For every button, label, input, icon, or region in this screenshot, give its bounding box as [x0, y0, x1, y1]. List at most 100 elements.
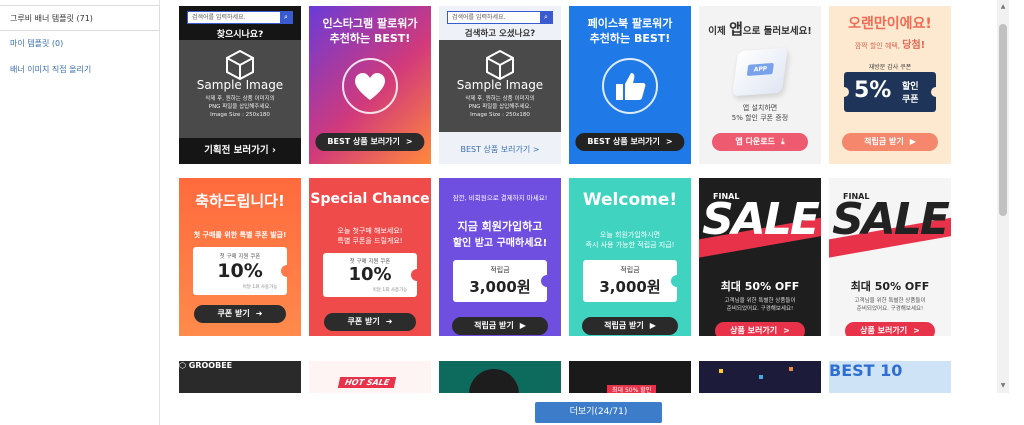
discount-label: 최대 50% 할인 — [607, 385, 657, 393]
card-title-line1: 지금 회원가입하고 — [457, 220, 543, 233]
button-label: 상품 보러가기 — [730, 326, 778, 335]
template-card-teal-pattern[interactable] — [439, 361, 561, 393]
sale-title: SALE — [832, 194, 950, 245]
arrow-circle-icon: ➜ — [385, 317, 393, 326]
app-download-button: 앱 다운로드 ⤓ — [712, 133, 808, 151]
coupon-notch-right — [931, 87, 941, 97]
heart-circle — [342, 58, 398, 114]
card-title: Welcome! — [582, 190, 678, 210]
template-card-facebook[interactable]: 페이스북 팔로워가 추천하는 BEST! BEST 상품 보러가기 > — [569, 6, 691, 164]
coupon-value: 5% — [854, 78, 892, 103]
card-desc1: 앱 설치하면 — [742, 104, 778, 112]
card-sub1: 고객님을 위한 특별한 상품들이 — [854, 298, 926, 304]
coupon: 적립금 3,000원 — [453, 260, 553, 302]
sample-image-title: Sample Image — [456, 78, 544, 92]
card-title: Special Chance — [310, 191, 430, 207]
card-title-line1: 페이스북 팔로워가 — [587, 17, 673, 30]
coupon: 적립금 3,000원 — [583, 260, 683, 302]
card-main-text: 최대 50% OFF — [720, 280, 800, 293]
coupon-value: 10% — [217, 260, 263, 282]
sidebar-item-groobee-templates[interactable]: 그루비 배너 템플릿 (71) — [0, 5, 160, 31]
card-title-line2: 할인 받고 구매하세요! — [452, 238, 548, 249]
heart-icon — [355, 73, 385, 100]
title-post: 으로 둘러보세요! — [742, 26, 812, 37]
card-title: 축하드립니다! — [195, 192, 285, 210]
load-more-button[interactable]: 더보기(24/71) — [535, 402, 662, 423]
download-icon: ⤓ — [781, 137, 785, 146]
get-coupon-button: 쿠폰 받기 ➜ — [194, 305, 286, 323]
card-subtitle: 첫 구매를 위한 특별 쿠폰 발급! — [193, 231, 287, 239]
template-card-instagram[interactable]: 인스타그램 팔로워가 추천하는 BEST! BEST 상품 보러가기 > — [309, 6, 431, 164]
groobee-logo-icon: ⬡ — [179, 361, 189, 370]
sidebar-item-upload-banner[interactable]: 배너 이미지 직접 올리기 — [0, 57, 159, 83]
subtitle-pre: 깜짝 할인 혜택, — [854, 42, 903, 50]
card-link-label: 기획전 보러가기 — [204, 145, 269, 156]
template-card-dark-discount[interactable]: 최대 50% 할인 — [569, 361, 691, 393]
card-title: 오랜만이에요! — [848, 16, 932, 32]
template-card-app-download[interactable]: 이제 앱으로 둘러보세요! APP 앱 설치하면 5% 할인 쿠폰 증정 앱 다… — [699, 6, 821, 164]
button-label: 쿠폰 받기 — [347, 317, 380, 326]
decor-circle — [469, 369, 519, 393]
scroll-down-icon[interactable]: ▼ — [997, 381, 1009, 391]
play-arrow-icon: ▶ — [649, 321, 656, 330]
hot-sale-label: HOT SALE — [337, 377, 397, 388]
card-sub2: 준비되었어요. 구경해보세요! — [726, 306, 794, 312]
get-points-button: 적립금 받기 ▶ — [582, 317, 678, 335]
search-input: 검색어를 입력하세요. ⌕ — [187, 11, 293, 24]
sample-image-sub1: 삭제 후, 원하는 상품 이미지의 — [205, 96, 275, 102]
brand-text: GROOBEE — [188, 361, 233, 370]
hexagon-logo-icon — [226, 50, 254, 80]
coupon-value: 10% — [348, 264, 392, 285]
template-card-welcome-back[interactable]: 오랜만이에요! 깜짝 할인 혜택, 당첨! 재방문 감사 쿠폰 5% 할인 쿠폰… — [829, 6, 951, 164]
sidebar: 그루비 배너 템플릿 (71) 마이 템플릿 (0) 배너 이미지 직접 올리기 — [0, 0, 160, 425]
sample-image-sub2: PNG 파일을 삽입해주세요. — [208, 104, 272, 110]
chevron-right-icon: › — [271, 145, 276, 156]
template-card-signup-points[interactable]: 잠깐, 비회원으로 결제하지 마세요! 지금 회원가입하고 할인 받고 구매하세… — [439, 178, 561, 336]
template-card-hot-sale[interactable]: HOT SALE — [309, 361, 431, 393]
template-card-final-sale-light[interactable]: FINAL SALE 최대 50% OFF 고객님을 위한 특별한 상품들이 준… — [829, 178, 951, 336]
chevron-right-icon: > — [783, 326, 790, 335]
template-card-congrats[interactable]: 축하드립니다! 첫 구매를 위한 특별 쿠폰 발급! 첫 구매 지원 쿠폰 10… — [179, 178, 301, 336]
coupon-text2: 쿠폰 — [902, 95, 919, 105]
sample-image: Sample Image 삭제 후, 원하는 상품 이미지의 PNG 파일을 삽… — [439, 40, 561, 132]
template-card-final-sale-dark[interactable]: FINAL SALE 최대 50% OFF 고객님을 위한 특별한 상품들이 준… — [699, 178, 821, 336]
scroll-up-icon[interactable]: ▲ — [997, 2, 1009, 12]
search-placeholder: 검색어를 입력하세요. — [192, 14, 246, 21]
template-card-special-chance[interactable]: Special Chance 오늘 첫구매 해보세요! 특별 쿠폰을 드릴게요!… — [309, 178, 431, 336]
vertical-scrollbar[interactable]: ▲ ▼ — [997, 0, 1009, 393]
get-coupon-button: 쿠폰 받기 ➜ — [324, 313, 416, 331]
template-card-confetti[interactable] — [699, 361, 821, 393]
card-sub1: 오늘 첫구매 해보세요! — [337, 227, 403, 235]
card-sub2: 즉시 사용 가능한 적립금 지급! — [585, 241, 675, 249]
button-label: 쿠폰 받기 — [217, 309, 250, 318]
card-sub2: 준비되었어요. 구경해보세요! — [856, 306, 924, 312]
card-subtitle: 깜짝 할인 혜택, 당첨! — [829, 36, 951, 51]
thumbs-circle — [602, 58, 658, 114]
template-card-welcome[interactable]: Welcome! 오늘 회원가입하시면 즉시 사용 가능한 적립금 지급! 적립… — [569, 178, 691, 336]
thumbs-up-icon — [616, 73, 646, 100]
chevron-right-icon: > — [665, 137, 673, 146]
card-desc2: 5% 할인 쿠폰 증정 — [731, 114, 789, 122]
app-badge: APP — [746, 62, 774, 76]
best-products-button: BEST 상품 보러가기 > — [315, 133, 425, 151]
scrollbar-thumb[interactable] — [999, 24, 1007, 216]
chevron-right-icon: > — [532, 145, 540, 154]
card-main-text: 최대 50% OFF — [850, 280, 930, 293]
template-card-search-dark[interactable]: 검색어를 입력하세요. ⌕ 찾으시나요? Sample Image 삭제 후, 원… — [179, 6, 301, 164]
card-link: BEST 상품 보러가기 > — [439, 144, 561, 155]
sidebar-item-my-templates[interactable]: 마이 템플릿 (0) — [0, 31, 159, 57]
confetti — [759, 375, 763, 379]
button-label: 적립금 받기 — [474, 321, 514, 330]
play-arrow-icon: ▶ — [909, 137, 916, 146]
template-card-groobee[interactable]: ⬡ GROOBEE — [179, 361, 301, 393]
card-title-line2: 추천하는 BEST! — [589, 32, 671, 45]
card-top-text: 잠깐, 비회원으로 결제하지 마세요! — [452, 194, 548, 202]
coupon-label: 재방문 감사 쿠폰 — [868, 64, 912, 71]
template-card-search-light[interactable]: 검색어를 입력하세요. ⌕ 검색하고 오셨나요? Sample Image 삭제 … — [439, 6, 561, 164]
arrow-circle-icon: ➜ — [255, 309, 263, 318]
card-title: 검색하고 오셨나요? — [464, 29, 536, 39]
view-products-button: 상품 보러가기 > — [845, 322, 935, 336]
chevron-right-icon: > — [913, 326, 920, 335]
coupon-notch-left — [839, 87, 849, 97]
template-card-best10[interactable]: BEST 10 — [829, 361, 951, 393]
